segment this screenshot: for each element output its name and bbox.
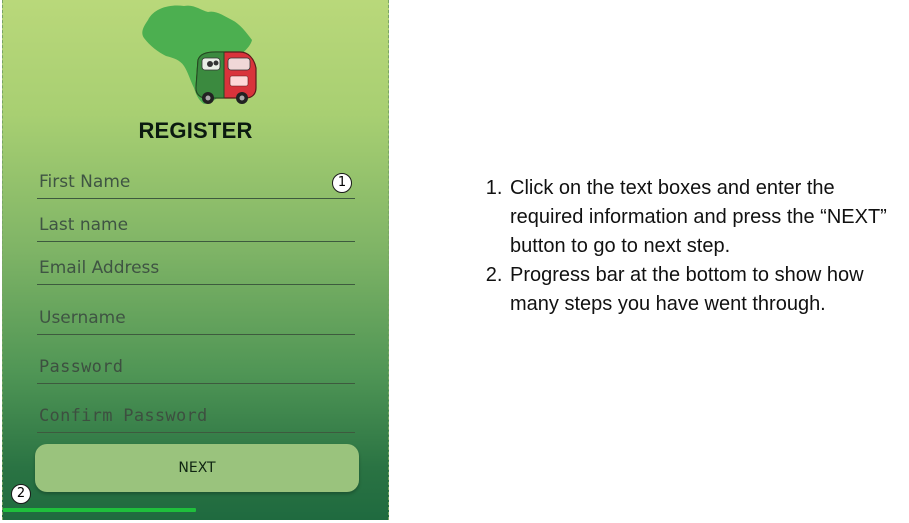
password-field bbox=[37, 351, 355, 384]
instruction-item: Progress bar at the bottom to show how m… bbox=[508, 261, 909, 319]
username-field bbox=[37, 302, 355, 335]
last-name-field bbox=[37, 209, 355, 242]
email-input[interactable] bbox=[37, 252, 355, 284]
instructions-panel: Click on the text boxes and enter the re… bbox=[470, 174, 909, 319]
phone-screen: REGISTER 1 NEXT 2 bbox=[2, 0, 389, 520]
first-name-input[interactable] bbox=[37, 166, 355, 198]
confirm-password-field bbox=[37, 400, 355, 433]
instruction-item: Click on the text boxes and enter the re… bbox=[508, 174, 909, 261]
progress-bar bbox=[3, 508, 388, 512]
minibus-icon bbox=[195, 51, 257, 104]
last-name-input[interactable] bbox=[37, 209, 355, 241]
email-field bbox=[37, 252, 355, 285]
page-title: REGISTER bbox=[138, 118, 253, 143]
next-button[interactable]: NEXT bbox=[35, 444, 359, 492]
instructions-list: Click on the text boxes and enter the re… bbox=[470, 174, 909, 319]
confirm-password-input[interactable] bbox=[37, 400, 355, 432]
progress-bar-fill bbox=[3, 508, 196, 512]
username-input[interactable] bbox=[37, 302, 355, 334]
callout-badge-1: 1 bbox=[332, 173, 352, 193]
first-name-field bbox=[37, 166, 355, 199]
africa-taxi-logo-icon bbox=[142, 5, 257, 104]
callout-badge-2: 2 bbox=[11, 484, 31, 504]
password-input[interactable] bbox=[37, 351, 355, 383]
